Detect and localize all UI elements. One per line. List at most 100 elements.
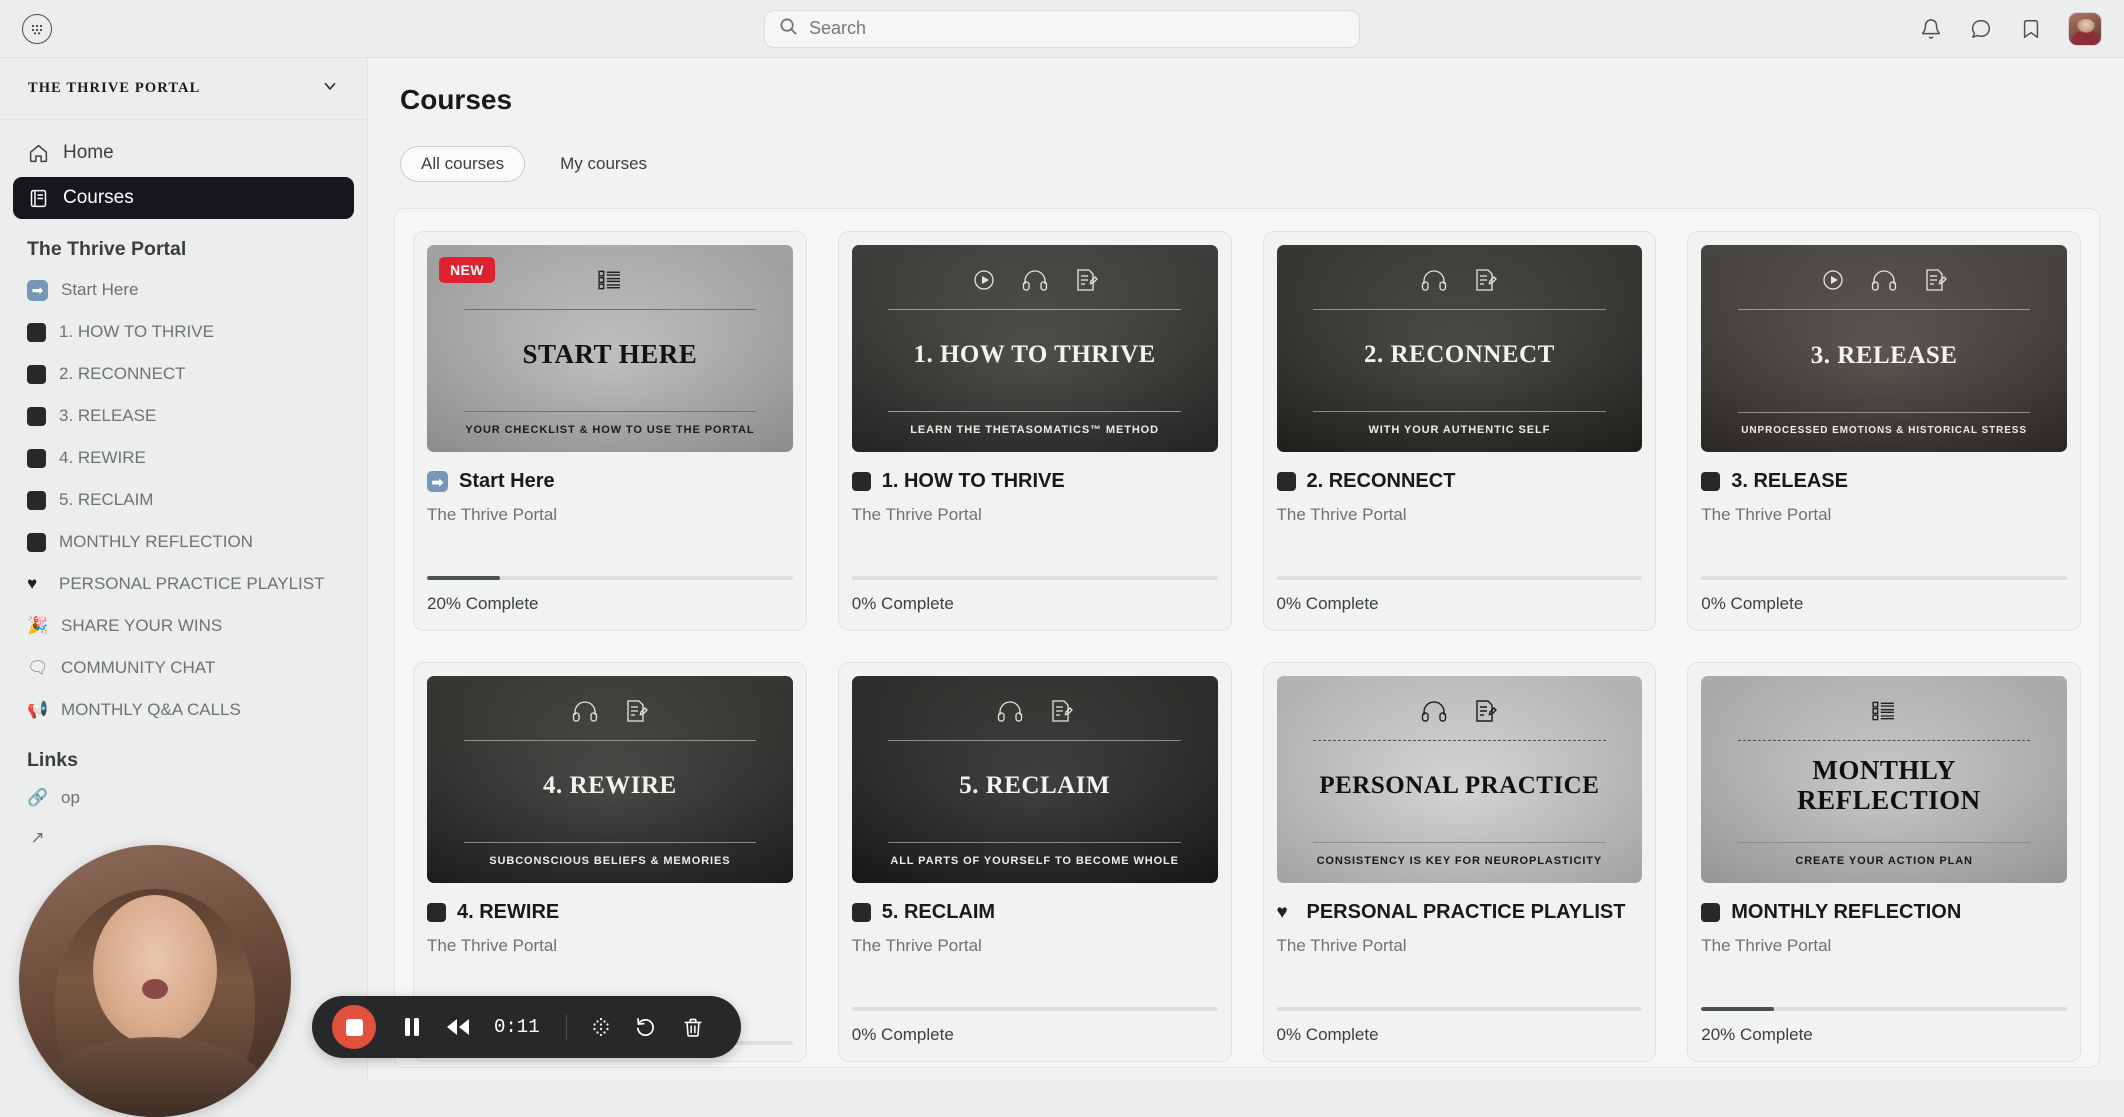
headphones-icon bbox=[1421, 268, 1447, 297]
course-card[interactable]: 5. RECLAIM ALL PARTS OF YOURSELF TO BECO… bbox=[837, 662, 1232, 1062]
sidebar-item-personal-practice-playlist[interactable]: ♥ PERSONAL PRACTICE PLAYLIST bbox=[0, 563, 367, 605]
sidebar-item-how-to-thrive[interactable]: 1. HOW TO THRIVE bbox=[0, 311, 367, 353]
tab-all-courses[interactable]: All courses bbox=[400, 146, 526, 182]
video-person-mouth bbox=[142, 979, 168, 1000]
course-card-subtitle: The Thrive Portal bbox=[1276, 505, 1407, 524]
sidebar-item-label: SHARE YOUR WINS bbox=[61, 616, 223, 635]
course-progress: 0% Complete bbox=[1276, 1007, 1643, 1061]
loudspeaker-emoji-icon: 📢 bbox=[27, 700, 49, 719]
black-square-emoji-icon bbox=[1276, 472, 1296, 491]
progress-track bbox=[1276, 576, 1643, 580]
course-card[interactable]: NEW START HERE YOUR CHECKLIST & HOW TO U… bbox=[413, 231, 807, 631]
rewind-button[interactable] bbox=[440, 1009, 476, 1045]
course-card-title: ♥ PERSONAL PRACTICE PLAYLIST bbox=[1277, 901, 1643, 924]
bell-icon[interactable] bbox=[1918, 16, 1944, 42]
sidebar-item-reconnect[interactable]: 2. RECONNECT bbox=[0, 353, 367, 395]
black-square-emoji-icon bbox=[27, 490, 46, 510]
tab-label: All courses bbox=[421, 154, 505, 173]
progress-track bbox=[427, 576, 793, 580]
rewind-icon bbox=[447, 1019, 469, 1035]
thumbnail-rule bbox=[463, 411, 757, 412]
search-input[interactable] bbox=[809, 18, 1345, 39]
black-heart-emoji-icon: ♥ bbox=[1276, 901, 1288, 923]
link-item[interactable]: 🔗 op bbox=[0, 778, 367, 818]
course-progress: 0% Complete bbox=[1701, 576, 2067, 630]
course-card[interactable]: 2. RECONNECT WITH YOUR AUTHENTIC SELF 2.… bbox=[1262, 231, 1657, 631]
apps-grid-icon[interactable] bbox=[22, 13, 52, 44]
course-card[interactable]: MONTHLY REFLECTION CREATE YOUR ACTION PL… bbox=[1687, 662, 2081, 1062]
webcam-video-bubble[interactable] bbox=[19, 845, 291, 1117]
restart-button[interactable] bbox=[629, 1009, 665, 1045]
thumbnail-icons bbox=[1421, 267, 1498, 297]
black-square-emoji-icon bbox=[27, 448, 46, 468]
notes-pencil-icon bbox=[1473, 699, 1498, 728]
party-popper-emoji-icon: 🎉 bbox=[27, 616, 49, 635]
sidebar-item-label: PERSONAL PRACTICE PLAYLIST bbox=[59, 574, 325, 593]
workspace-switcher[interactable]: THE THRIVE PORTAL bbox=[0, 58, 367, 120]
course-thumbnail: 2. RECONNECT WITH YOUR AUTHENTIC SELF bbox=[1276, 245, 1643, 452]
sidebar-item-monthly-qa-calls[interactable]: 📢 MONTHLY Q&A CALLS bbox=[0, 689, 367, 731]
thumbnail-rule bbox=[1313, 740, 1606, 741]
course-filter-tabs: All courses My courses bbox=[368, 116, 2124, 182]
courses-panel: NEW START HERE YOUR CHECKLIST & HOW TO U… bbox=[394, 208, 2100, 1068]
notes-pencil-icon bbox=[1074, 268, 1098, 297]
course-card[interactable]: PERSONAL PRACTICE CONSISTENCY IS KEY FOR… bbox=[1262, 662, 1657, 1062]
arrow-right-emoji-icon: ➡ bbox=[27, 279, 48, 301]
avatar[interactable] bbox=[2068, 11, 2102, 46]
blur-dots-button[interactable] bbox=[583, 1009, 619, 1045]
notes-pencil-icon bbox=[1923, 268, 1948, 297]
headphones-icon bbox=[572, 699, 598, 728]
progress-fill bbox=[427, 576, 501, 580]
primary-nav: Home Courses bbox=[0, 120, 367, 219]
progress-label: 0% Complete bbox=[851, 1025, 954, 1044]
sidebar-item-label: 1. HOW TO THRIVE bbox=[59, 322, 214, 341]
sidebar-item-courses[interactable]: Courses bbox=[13, 177, 354, 219]
chat-bubble-icon[interactable] bbox=[1968, 16, 1994, 42]
course-thumbnail: NEW START HERE YOUR CHECKLIST & HOW TO U… bbox=[427, 245, 793, 452]
course-nav-list: ➡ Start Here 1. HOW TO THRIVE 2. RECONNE… bbox=[0, 269, 367, 731]
course-progress: 0% Complete bbox=[851, 1007, 1218, 1061]
search-bar[interactable] bbox=[764, 9, 1360, 48]
links-list: 🔗 op ↗ bbox=[0, 778, 367, 858]
thumbnail-subtitle: UNPROCESSED EMOTIONS & HISTORICAL STRESS bbox=[1741, 425, 2027, 436]
sidebar-item-monthly-reflection[interactable]: MONTHLY REFLECTION bbox=[0, 521, 367, 563]
progress-label: 0% Complete bbox=[1701, 594, 1804, 613]
course-title-text: PERSONAL PRACTICE PLAYLIST bbox=[1306, 901, 1626, 923]
course-card[interactable]: 3. RELEASE UNPROCESSED EMOTIONS & HISTOR… bbox=[1687, 231, 2081, 631]
sidebar-item-start-here[interactable]: ➡ Start Here bbox=[0, 269, 367, 311]
sidebar-item-label: MONTHLY Q&A CALLS bbox=[61, 700, 241, 719]
course-card-subtitle: The Thrive Portal bbox=[1701, 505, 1832, 524]
pause-button[interactable] bbox=[394, 1009, 430, 1045]
sidebar-item-rewire[interactable]: 4. REWIRE bbox=[0, 437, 367, 479]
workspace-name: THE THRIVE PORTAL bbox=[28, 80, 201, 96]
tab-my-courses[interactable]: My courses bbox=[539, 146, 668, 182]
thumbnail-title: 4. REWIRE bbox=[543, 772, 677, 799]
sidebar-item-reclaim[interactable]: 5. RECLAIM bbox=[0, 479, 367, 521]
chevron-down-icon[interactable] bbox=[321, 77, 339, 100]
sidebar-item-home[interactable]: Home bbox=[13, 132, 354, 174]
course-card-subtitle: The Thrive Portal bbox=[1276, 936, 1407, 955]
progress-label: 0% Complete bbox=[1276, 594, 1379, 613]
progress-track bbox=[1701, 1007, 2067, 1011]
thumbnail-icons bbox=[1821, 267, 1948, 297]
sidebar-item-label: Courses bbox=[63, 187, 134, 208]
sidebar-item-release[interactable]: 3. RELEASE bbox=[0, 395, 367, 437]
progress-track bbox=[851, 576, 1218, 580]
status-badge: NEW bbox=[439, 257, 495, 283]
black-square-emoji-icon bbox=[27, 364, 46, 384]
thumbnail-subtitle: ALL PARTS OF YOURSELF TO BECOME WHOLE bbox=[890, 855, 1179, 867]
course-card-subtitle: The Thrive Portal bbox=[427, 505, 558, 524]
course-progress: 0% Complete bbox=[1276, 576, 1643, 630]
delete-button[interactable] bbox=[675, 1009, 711, 1045]
black-square-emoji-icon bbox=[27, 322, 46, 342]
sidebar-item-share-your-wins[interactable]: 🎉 SHARE YOUR WINS bbox=[0, 605, 367, 647]
thumbnail-rule bbox=[888, 309, 1181, 310]
course-card[interactable]: 1. HOW TO THRIVE LEARN THE THETASOMATICS… bbox=[837, 231, 1232, 631]
course-title-text: 3. RELEASE bbox=[1731, 470, 1848, 492]
course-progress: 0% Complete bbox=[851, 576, 1218, 630]
sidebar-item-community-chat[interactable]: 🗨 COMMUNITY CHAT bbox=[0, 647, 367, 689]
thumbnail-subtitle: CREATE YOUR ACTION PLAN bbox=[1795, 855, 1973, 867]
stop-recording-button[interactable] bbox=[332, 1005, 376, 1049]
courses-grid: NEW START HERE YOUR CHECKLIST & HOW TO U… bbox=[413, 231, 2081, 1062]
bookmark-icon[interactable] bbox=[2018, 16, 2044, 42]
